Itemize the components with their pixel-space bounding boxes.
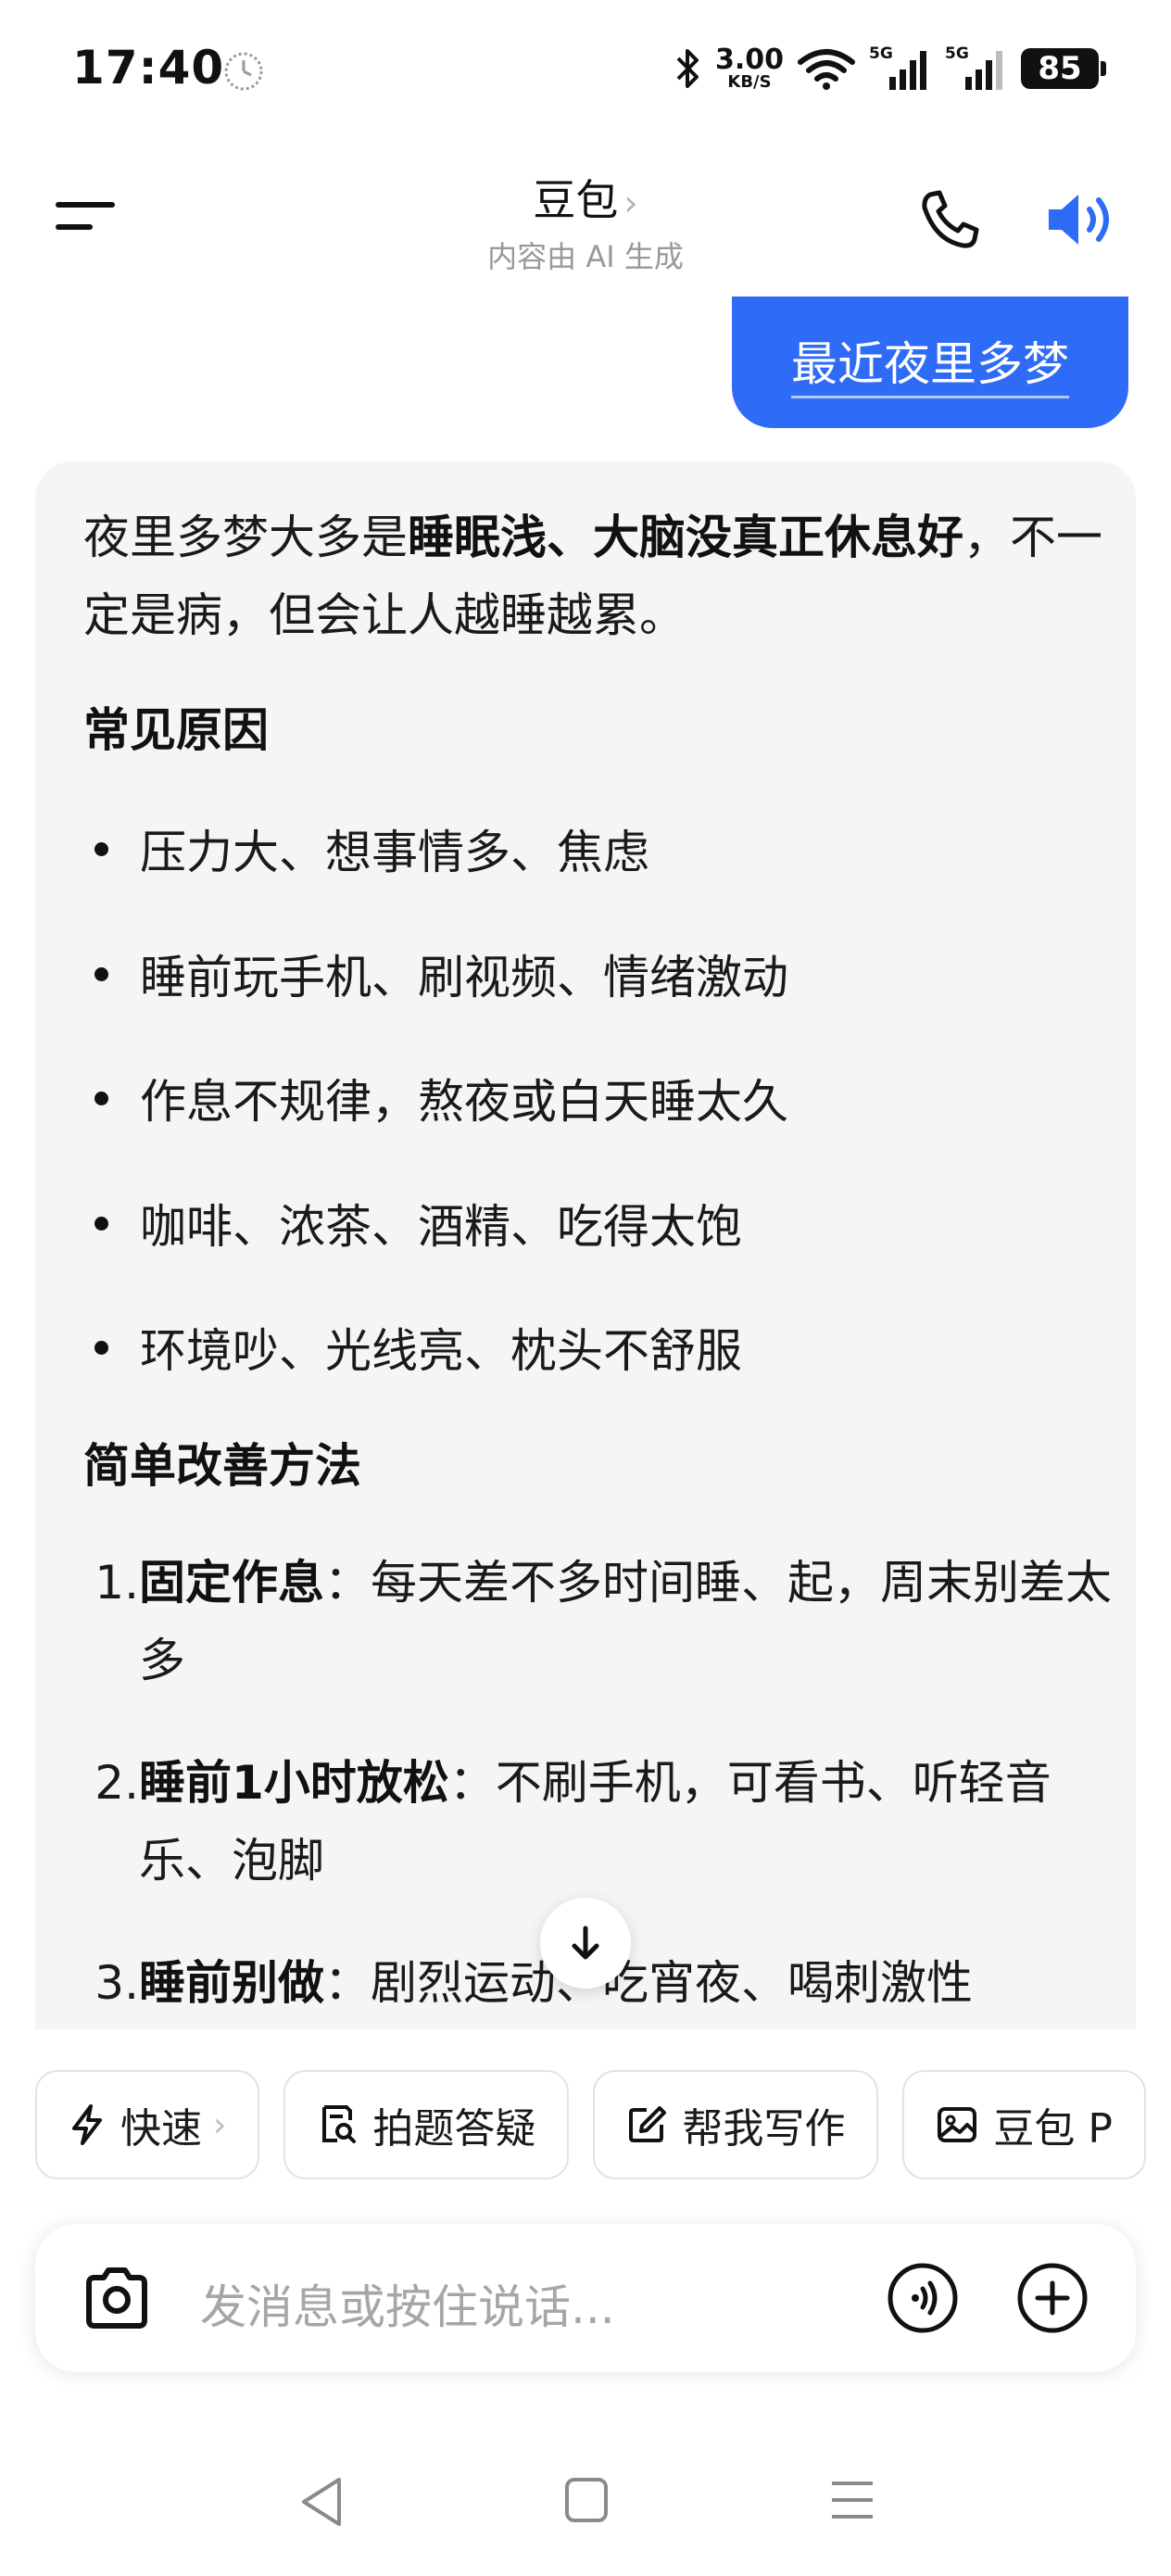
list-item: 作息不规律，熬夜或白天睡太久 [83, 1066, 788, 1130]
wifi-icon [798, 49, 855, 90]
chip-label: 豆包 P [993, 2105, 1113, 2153]
item-bold: 睡前1小时放松 [139, 1756, 449, 1810]
ai-disclaimer: 内容由 AI 生成 [487, 239, 684, 274]
signal-2-label: 5G [945, 44, 969, 63]
bullet-icon [94, 1216, 108, 1231]
answer-intro: 夜里多梦大多是睡眠浅、大脑没真正休息好，不一定是病，但会让人越睡越累。 [83, 499, 1102, 654]
answer-intro-text: 夜里多梦大多是 [83, 511, 408, 564]
section-title-causes: 常见原因 [83, 703, 269, 757]
signal-1-label: 5G [869, 44, 893, 63]
edit-icon [629, 2106, 667, 2142]
item-text: ：剧烈运动、吃宵夜、喝刺激性 [324, 1956, 973, 2010]
user-message-bubble[interactable]: 最近夜里多梦 [732, 297, 1128, 428]
net-speed-value: 3.00 [714, 44, 784, 76]
chip-label: 拍题答疑 [372, 2105, 536, 2153]
arrow-down-icon [572, 1926, 599, 1960]
lightning-icon [72, 2104, 102, 2145]
bullet-icon [94, 1091, 108, 1105]
answer-intro-bold: 睡眠浅、大脑没真正休息好 [408, 511, 963, 564]
status-bar: 17:40 3.00 KB/S 5G 5G 85 [0, 0, 1171, 139]
item-number: 3. [94, 1956, 139, 2010]
scroll-to-bottom-button[interactable] [540, 1898, 631, 1989]
bot-name: 豆包 [533, 175, 619, 225]
status-icons: 3.00 KB/S 5G 5G 85 [674, 41, 1106, 96]
doubao-p-chip[interactable]: 豆包 P [902, 2070, 1146, 2179]
item-bold: 固定作息 [139, 1556, 324, 1610]
camera-icon[interactable] [80, 2265, 154, 2331]
assistant-message-card: 夜里多梦大多是睡眠浅、大脑没真正休息好，不一定是病，但会让人越睡越累。 常见原因… [35, 461, 1136, 2092]
battery-icon: 85 [1021, 48, 1106, 89]
chip-label: 快速 [120, 2105, 202, 2153]
item-number: 1. [94, 1556, 139, 1610]
net-speed: 3.00 KB/S [715, 46, 784, 91]
list-item-text: 作息不规律，熬夜或白天睡太久 [140, 1075, 788, 1129]
signal-icon: 5G [869, 44, 926, 90]
chip-label: 帮我写作 [682, 2105, 846, 2153]
chat-header: 豆包 › 内容由 AI 生成 [0, 139, 1171, 292]
bot-title-button[interactable]: 豆包 › 内容由 AI 生成 [400, 167, 771, 276]
list-item-text: 环境吵、光线亮、枕头不舒服 [140, 1324, 742, 1378]
net-speed-unit: KB/S [727, 72, 772, 92]
phone-icon[interactable] [917, 187, 982, 252]
photo-search-icon [322, 2105, 357, 2143]
list-item-text: 咖啡、浓茶、酒精、吃得太饱 [140, 1200, 742, 1254]
user-message-text: 最近夜里多梦 [791, 327, 1069, 398]
list-item: 环境吵、光线亮、枕头不舒服 [83, 1315, 742, 1380]
recents-icon[interactable] [828, 2476, 876, 2524]
writing-chip[interactable]: 帮我写作 [593, 2070, 879, 2179]
bullet-icon [94, 966, 108, 981]
section-title-methods: 简单改善方法 [83, 1439, 361, 1493]
message-input[interactable]: 发消息或按住说话... [200, 2270, 615, 2337]
chevron-right-icon: › [213, 2105, 227, 2144]
list-item-text: 睡前玩手机、刷视频、情绪激动 [140, 951, 788, 1004]
numbered-item: 2. 睡前1小时放松：不刷手机，可看书、听轻音乐、泡脚 [83, 1744, 1112, 1900]
list-item-text: 压力大、想事情多、焦虑 [140, 826, 649, 879]
item-bold: 睡前别做 [139, 1956, 324, 2010]
menu-icon[interactable] [56, 200, 120, 237]
home-icon[interactable] [563, 2476, 610, 2524]
image-icon [938, 2107, 977, 2142]
list-item: 睡前玩手机、刷视频、情绪激动 [83, 941, 788, 1006]
system-navigation-bar [0, 2446, 1171, 2548]
bullet-icon [94, 841, 108, 856]
fast-mode-chip[interactable]: 快速 › [35, 2070, 260, 2179]
bullet-icon [94, 1340, 108, 1355]
quick-actions: 快速 › 拍题答疑 帮我写作 豆包 P [35, 2070, 1146, 2181]
list-item: 压力大、想事情多、焦虑 [83, 816, 649, 881]
numbered-item: 1. 固定作息：每天差不多时间睡、起，周末别差太多 [83, 1544, 1112, 1699]
chevron-right-icon: › [623, 183, 638, 223]
list-item: 咖啡、浓茶、酒精、吃得太饱 [83, 1191, 742, 1256]
plus-icon[interactable] [1015, 2261, 1089, 2335]
bluetooth-icon [676, 49, 699, 88]
photo-qa-chip[interactable]: 拍题答疑 [283, 2070, 570, 2179]
status-time: 17:40 [72, 41, 225, 95]
chat-screen: 17:40 3.00 KB/S 5G 5G 85 豆包 › 内容由 AI 生成 … [0, 0, 1171, 2576]
speaker-icon[interactable] [1043, 187, 1121, 252]
clock-icon [224, 52, 263, 91]
message-input-bar: 发消息或按住说话... [35, 2224, 1136, 2372]
signal-icon: 5G [945, 44, 1002, 90]
back-icon[interactable] [296, 2474, 346, 2530]
item-number: 2. [94, 1756, 139, 1810]
voice-icon[interactable] [886, 2261, 960, 2335]
